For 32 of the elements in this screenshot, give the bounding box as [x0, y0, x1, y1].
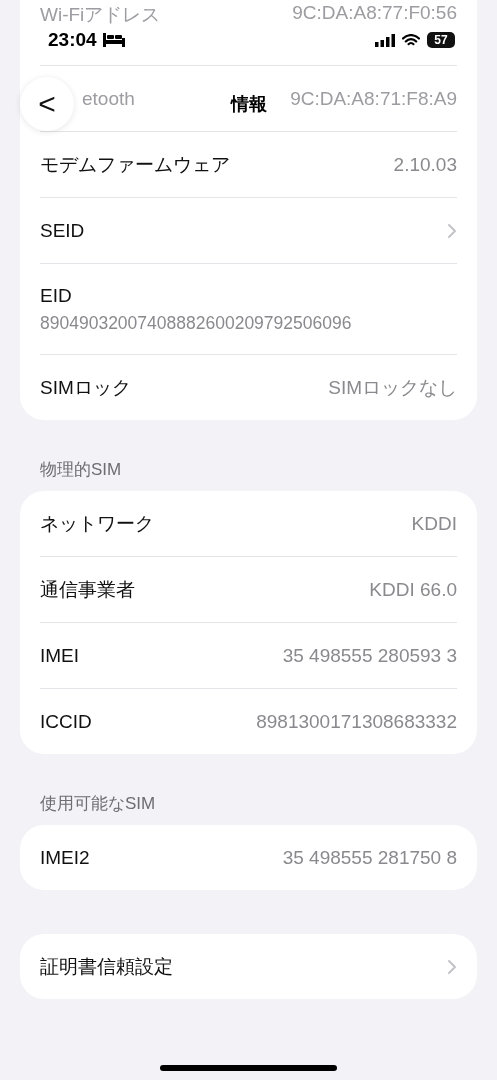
row-label: ICCID	[40, 710, 92, 733]
row-value: 2.10.03	[393, 153, 457, 176]
nav-title: 情報	[229, 93, 268, 116]
row-value: KDDI 66.0	[369, 578, 457, 601]
row-label: etooth	[82, 87, 135, 110]
row-label: IMEI2	[40, 846, 90, 869]
row-value: 35 498555 281750 8	[282, 846, 457, 869]
chevron-icon	[447, 958, 457, 975]
row-label: EID	[40, 284, 72, 307]
section-header: 使用可能なSIM	[40, 793, 157, 815]
row-label: ネットワーク	[40, 511, 154, 536]
signal-icon	[375, 33, 395, 47]
list-row[interactable]: SEID	[40, 197, 457, 263]
chevron-icon	[447, 222, 457, 239]
row-value: 9C:DA:A8:77:F0:56	[292, 2, 457, 24]
row-value: 8981300171308683332	[256, 710, 457, 733]
row-label: モデムファームウェア	[40, 152, 230, 177]
bed-icon	[102, 33, 125, 47]
row-value: SIMロックなし	[328, 375, 457, 400]
row-label: IMEI	[40, 644, 80, 667]
row-value: 9C:DA:A8:71:F8:A9	[290, 87, 457, 110]
row-value: 89049032007408882600209792506096	[40, 312, 352, 334]
battery-indicator: 57	[427, 32, 455, 48]
row-label: SIMロック	[40, 375, 131, 400]
list-row[interactable]: 証明書信頼設定	[40, 934, 457, 999]
wifi-icon	[402, 33, 420, 47]
section-header: 物理的SIM	[40, 459, 123, 481]
row-label: Wi-Fiアドレス	[40, 3, 161, 27]
row-label: 通信事業者	[40, 577, 135, 602]
status-time: 23:04	[48, 29, 97, 51]
row-value: 35 498555 280593 3	[282, 644, 457, 667]
row-value: KDDI	[411, 512, 457, 535]
